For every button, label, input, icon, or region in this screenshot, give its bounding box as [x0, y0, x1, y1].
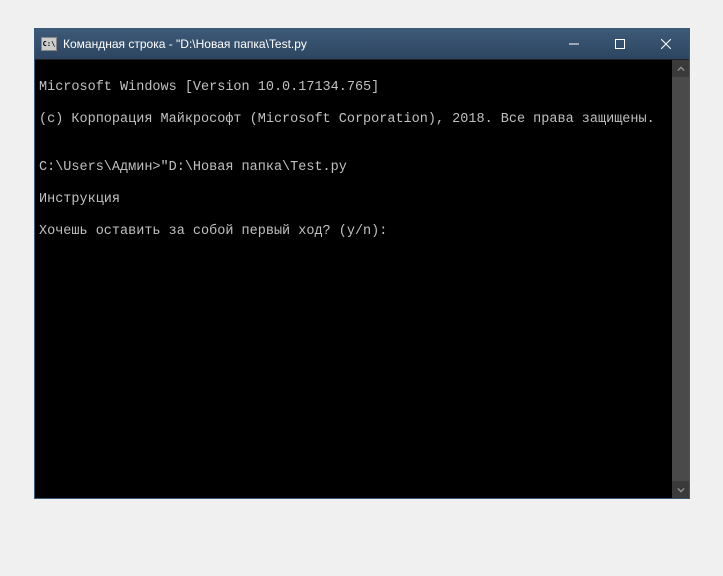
close-icon [661, 39, 671, 49]
titlebar[interactable]: C:\ Командная строка - "D:\Новая папка\T… [35, 29, 689, 59]
minimize-button[interactable] [551, 29, 597, 59]
output-line: Microsoft Windows [Version 10.0.17134.76… [39, 80, 668, 96]
window-title: Командная строка - "D:\Новая папка\Test.… [63, 37, 551, 51]
output-line: (c) Корпорация Майкрософт (Microsoft Cor… [39, 112, 668, 128]
window-controls [551, 29, 689, 59]
terminal-output[interactable]: Microsoft Windows [Version 10.0.17134.76… [35, 60, 672, 498]
cmd-window: C:\ Командная строка - "D:\Новая папка\T… [34, 28, 690, 499]
output-line: C:\Users\Админ>"D:\Новая папка\Test.py [39, 160, 668, 176]
cmd-icon: C:\ [41, 37, 57, 51]
close-button[interactable] [643, 29, 689, 59]
scrollbar[interactable] [672, 60, 689, 498]
output-line: Хочешь оставить за собой первый ход? (y/… [39, 224, 668, 240]
terminal-body: Microsoft Windows [Version 10.0.17134.76… [35, 59, 689, 498]
chevron-up-icon [677, 65, 685, 73]
scroll-down-button[interactable] [672, 481, 689, 498]
scroll-thumb[interactable] [672, 77, 689, 481]
scroll-track[interactable] [672, 77, 689, 481]
maximize-button[interactable] [597, 29, 643, 59]
chevron-down-icon [677, 486, 685, 494]
output-line: Инструкция [39, 192, 668, 208]
minimize-icon [569, 39, 579, 49]
scroll-up-button[interactable] [672, 60, 689, 77]
maximize-icon [615, 39, 625, 49]
